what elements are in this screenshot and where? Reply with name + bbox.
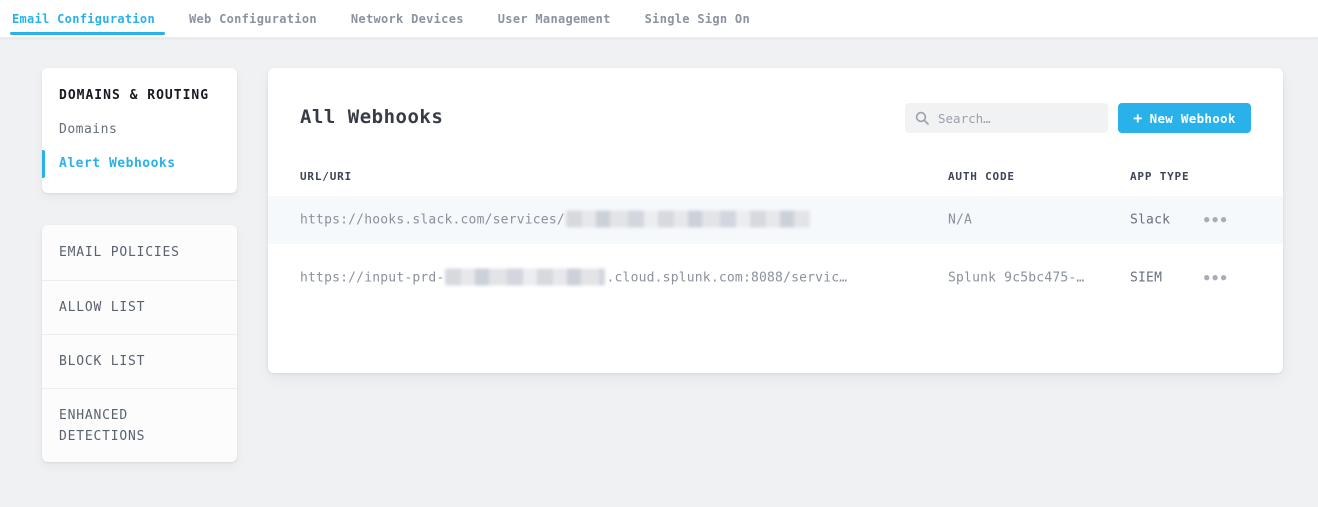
sidebar-group-header: DOMAINS & ROUTING [42,87,237,105]
table-row: https://hooks.slack.com/services/ N/A Sl… [268,196,1283,244]
redacted-url-segment [445,269,605,286]
webhook-url-cell: https://hooks.slack.com/services/ [300,212,811,229]
sidebar-item-email-policies[interactable]: EMAIL POLICIES [42,225,237,281]
sidebar-sections-card: EMAIL POLICIES ALLOW LIST BLOCK LIST ENH… [42,225,237,462]
search-icon [915,111,929,125]
row-actions-ellipsis-icon[interactable]: ●●● [1200,209,1233,231]
app-type-cell: SIEM [1130,271,1162,286]
column-header-app-type: APP TYPE [1130,168,1189,186]
webhook-url-prefix: https://hooks.slack.com/services/ [300,213,565,228]
app-type-cell: Slack [1130,213,1170,228]
search-input[interactable] [938,111,1088,126]
auth-code-cell: Splunk 9c5bc475-… [948,271,1084,286]
tab-single-sign-on[interactable]: Single Sign On [643,0,752,37]
tab-email-configuration[interactable]: Email Configuration [10,0,157,37]
sidebar-domains-routing-card: DOMAINS & ROUTING Domains Alert Webhooks [42,68,237,193]
email-security-admin-page: Email Configuration Web Configuration Ne… [0,0,1318,507]
webhook-url-suffix: .cloud.splunk.com:8088/servic… [606,271,847,286]
column-header-auth-code: AUTH CODE [948,168,1015,186]
tab-network-devices[interactable]: Network Devices [349,0,466,37]
webhook-url-prefix: https://input-prd- [300,271,444,286]
row-actions-ellipsis-icon[interactable]: ●●● [1200,267,1233,289]
table-header-row: URL/URI AUTH CODE APP TYPE [268,168,1283,186]
search-box[interactable] [905,103,1108,133]
webhook-url-cell: https://input-prd- .cloud.splunk.com:8088… [300,270,847,287]
page-title: All Webhooks [300,106,443,128]
auth-code-cell: N/A [948,213,972,228]
sidebar-item-enhanced-detections[interactable]: ENHANCED DETECTIONS [42,389,237,462]
tab-user-management[interactable]: User Management [496,0,613,37]
all-webhooks-panel: All Webhooks + New Webhook URL/URI AUTH … [268,68,1283,373]
new-webhook-button[interactable]: + New Webhook [1118,103,1251,133]
tab-web-configuration[interactable]: Web Configuration [187,0,319,37]
redacted-url-segment [566,211,810,228]
sidebar-item-domains[interactable]: Domains [42,121,237,139]
table-row: https://input-prd- .cloud.splunk.com:8088… [268,254,1283,302]
new-webhook-button-label: New Webhook [1150,111,1236,126]
plus-icon: + [1133,111,1142,126]
sidebar-item-allow-list[interactable]: ALLOW LIST [42,281,237,335]
sidebar-item-block-list[interactable]: BLOCK LIST [42,335,237,389]
top-nav: Email Configuration Web Configuration Ne… [0,0,1318,38]
sidebar-item-alert-webhooks[interactable]: Alert Webhooks [42,155,237,173]
column-header-url: URL/URI [300,168,352,186]
